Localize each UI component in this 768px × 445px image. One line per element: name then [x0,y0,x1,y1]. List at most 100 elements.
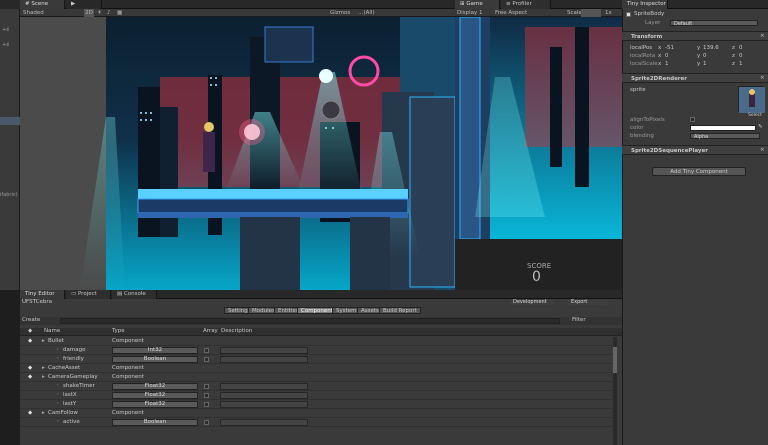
table-row[interactable]: ◦ damage Int32 [20,346,612,355]
sequence-player-header[interactable]: Sprite2DSequencePlayer × [622,145,768,155]
sprite-renderer-header[interactable]: Sprite2DRenderer × [622,73,768,83]
row-name[interactable]: damage [63,347,85,353]
type-dropdown[interactable]: Float32 [112,401,198,408]
table-scrollbar[interactable] [613,337,617,445]
config-dropdown[interactable]: Development [510,299,554,305]
localscale-label: localScale [630,61,658,67]
table-row[interactable]: ◆ ▸ CamFollow Component [20,409,612,418]
display-dropdown[interactable]: Display 1 [457,9,483,17]
row-name[interactable]: active [63,419,80,425]
layer-dropdown[interactable]: Default [670,20,758,27]
description-field[interactable] [220,347,308,354]
audio-icon[interactable]: ♪ [107,9,111,17]
array-checkbox[interactable] [204,420,209,425]
table-row[interactable]: ◦ lastX Float32 [20,391,612,400]
game-viewport[interactable]: SCORE 0 [455,17,622,290]
type-dropdown[interactable]: Float32 [112,392,198,399]
align-to-pixels-checkbox[interactable] [690,117,695,122]
subtab-build-report[interactable]: Build Report [379,307,421,314]
table-row[interactable]: ◦ lastY Float32 [20,400,612,409]
localscale-z[interactable]: 1 [739,61,743,67]
create-dropdown[interactable]: Create [22,317,40,323]
localscale-x[interactable]: 1 [665,61,669,67]
description-field[interactable] [220,401,308,408]
scale-slider[interactable] [581,9,601,17]
sequence-player-close-icon[interactable]: × [760,147,765,153]
expand-arrow-icon[interactable]: ▸ [42,374,45,380]
type-dropdown[interactable]: Float32 [112,383,198,390]
scrollbar-thumb[interactable] [613,347,617,373]
localrota-x[interactable]: 0 [665,53,669,59]
expand-arrow-icon[interactable]: ▸ [42,338,45,344]
transform-close-icon[interactable]: × [760,33,765,39]
array-checkbox[interactable] [204,393,209,398]
expand-arrow-icon[interactable]: ▸ [42,365,45,371]
mode-2d-toggle[interactable]: 2D [84,9,94,17]
localscale-y[interactable]: 1 [703,61,707,67]
array-checkbox[interactable] [204,402,209,407]
table-row[interactable]: ◆ ▸ CameraGameplay Component [20,373,612,382]
column-name[interactable]: Name [44,328,60,334]
row-name[interactable]: lastX [63,392,77,398]
color-swatch[interactable] [690,125,756,131]
aspect-dropdown[interactable]: Free Aspect [495,9,527,17]
row-name[interactable]: CamFollow [48,410,78,416]
row-name[interactable]: lastY [63,401,76,407]
scene-viewport[interactable] [20,17,455,290]
tab-project[interactable]: ▭ Project [66,290,111,299]
add-tiny-component-button[interactable]: Add Tiny Component [652,167,746,176]
description-field[interactable] [220,392,308,399]
column-description[interactable]: Description [221,328,252,334]
lighting-icon[interactable]: ☀ [97,9,102,17]
tab-animation[interactable]: ▶ [66,0,102,9]
localrota-y[interactable]: 0 [703,53,707,59]
scene-search[interactable]: …(All) [358,9,375,17]
localpos-z[interactable]: 0 [739,45,743,51]
table-row[interactable]: ◦ shakeTimer Float32 [20,382,612,391]
gizmos-dropdown[interactable]: Gizmos [330,9,350,17]
array-checkbox[interactable] [204,384,209,389]
tab-tiny-inspector[interactable]: Tiny Inspector [622,0,668,9]
tab-tiny-editor[interactable]: Tiny Editor [20,290,65,299]
table-row[interactable]: ◦ active Boolean [20,418,612,427]
localrota-z[interactable]: 0 [739,53,743,59]
array-checkbox[interactable] [204,348,209,353]
search-field[interactable] [60,318,560,324]
row-name[interactable]: shakeTimer [63,383,95,389]
transform-header[interactable]: Transform × [622,31,768,41]
tab-scene[interactable]: # Scene [20,0,65,9]
row-name[interactable]: Bullet [48,338,64,344]
sprite-thumbnail[interactable] [738,86,765,113]
type-dropdown[interactable]: Int32 [112,347,198,354]
tab-profiler[interactable]: ≡ Profiler [501,0,551,9]
table-row[interactable]: ◆ ▸ CacheAsset Component [20,364,612,373]
color-picker-icon[interactable]: ✎ [758,124,763,130]
blending-dropdown[interactable]: Alpha [690,133,760,140]
row-name[interactable]: friendly [63,356,84,362]
table-row[interactable]: ◦ friendly Boolean [20,355,612,364]
expand-arrow-icon[interactable]: ▸ [42,410,45,416]
sprite-renderer-close-icon[interactable]: × [760,75,765,81]
row-name[interactable]: CameraGameplay [48,374,98,380]
column-array[interactable]: Array [203,328,218,334]
effects-icon[interactable]: ▦ [117,9,122,17]
tab-game[interactable]: ⊞ Game [455,0,500,9]
column-type[interactable]: Type [112,328,125,334]
left-strip-selection[interactable] [0,117,20,125]
localpos-y[interactable]: 139.6 [703,45,719,51]
array-checkbox[interactable] [204,357,209,362]
description-field[interactable] [220,419,308,426]
export-dropdown[interactable]: Export [568,299,608,305]
type-dropdown[interactable]: Boolean [112,419,198,426]
tab-console[interactable]: ▤ Console [112,290,157,299]
table-row[interactable]: ◆ ▸ Bullet Component [20,337,612,346]
description-field[interactable] [220,383,308,390]
sprite-select-button[interactable]: Select [748,113,762,118]
description-field[interactable] [220,356,308,363]
row-name[interactable]: CacheAsset [48,365,80,371]
localpos-x[interactable]: -51 [665,45,674,51]
entity-enabled-checkbox[interactable] [626,12,631,17]
shading-dropdown[interactable]: Shaded [23,9,44,17]
filter-dropdown[interactable]: Filter [572,317,586,323]
type-dropdown[interactable]: Boolean [112,356,198,363]
